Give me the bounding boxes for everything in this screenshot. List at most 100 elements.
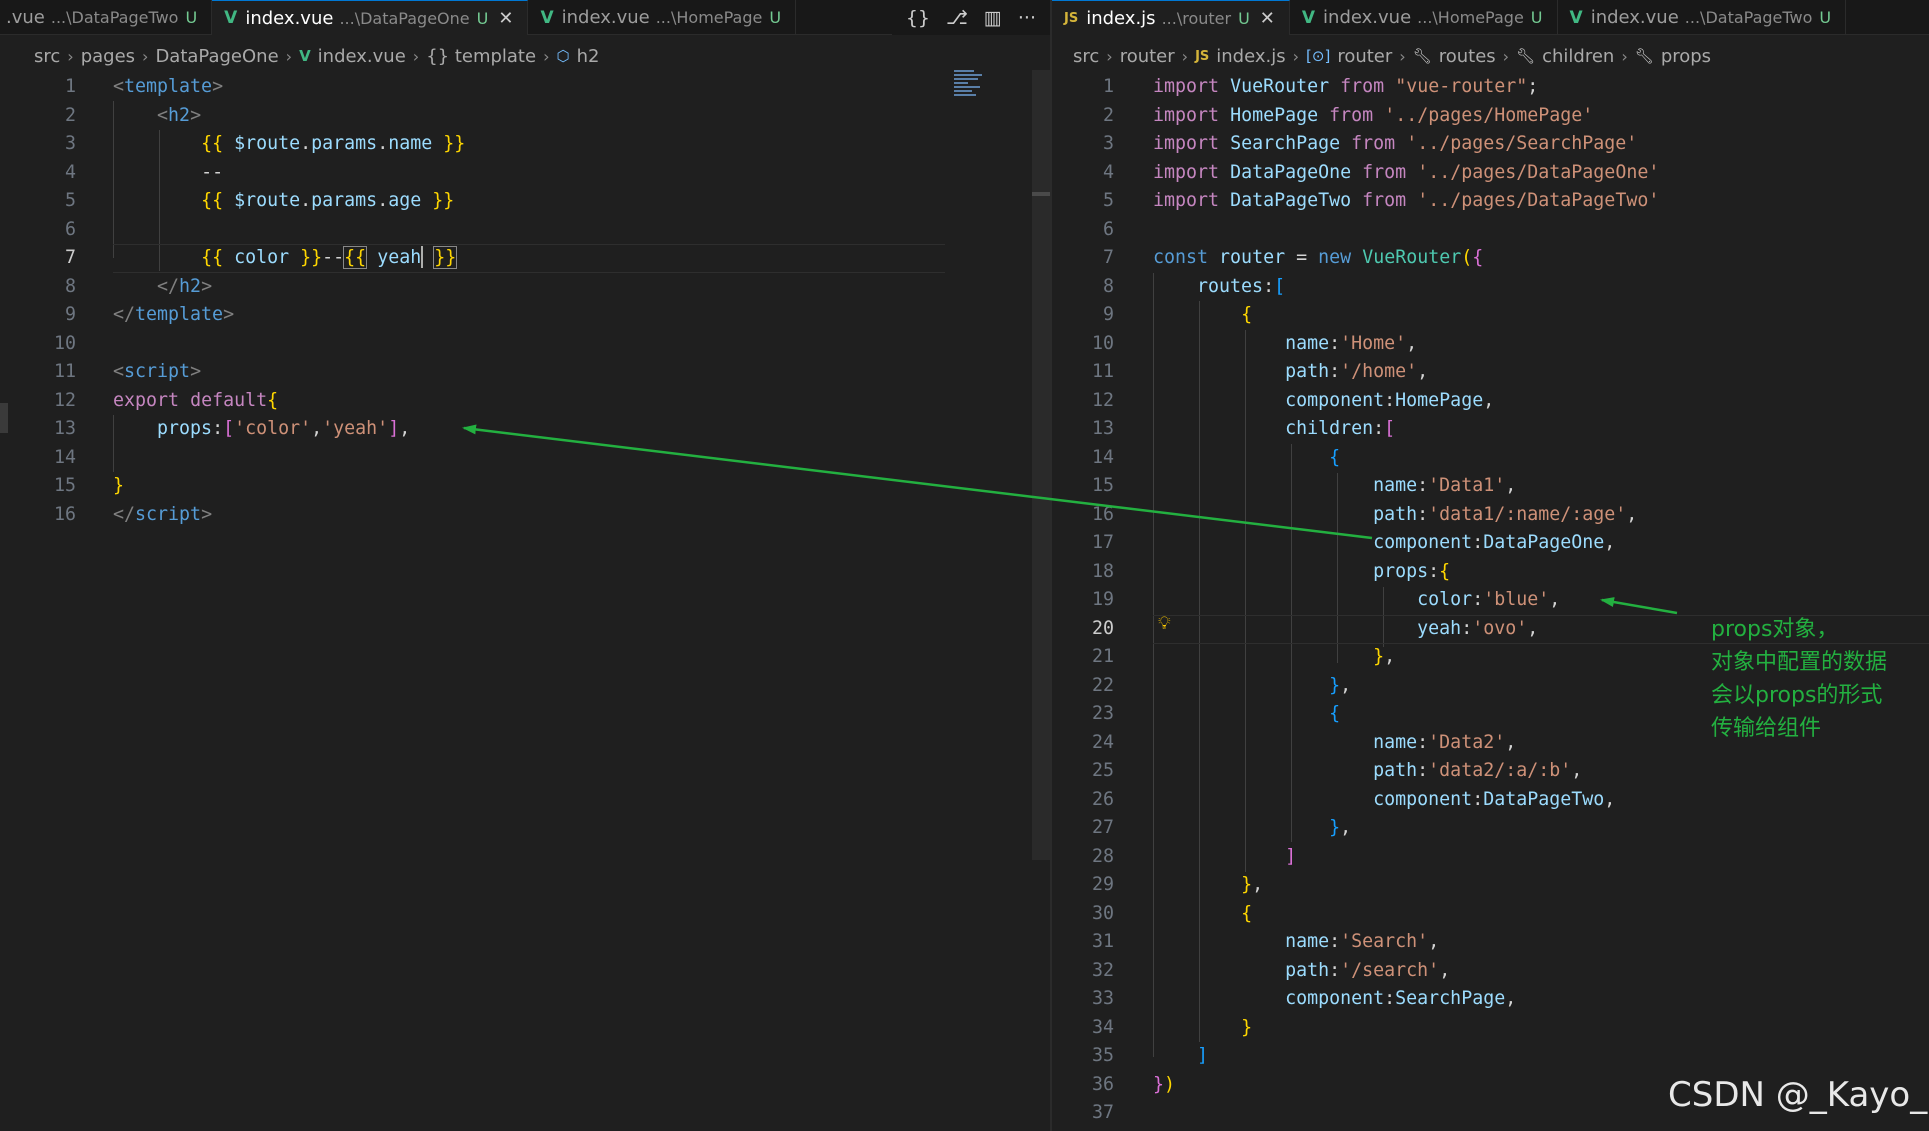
code-text: export default{ <box>113 389 279 411</box>
code-text: const router = new VueRouter({ <box>1153 247 1484 268</box>
code-text: import HomePage from '../pages/HomePage' <box>1153 104 1594 126</box>
code-line: 1 <template> <box>0 73 1050 102</box>
vue-logo-icon: V <box>540 7 554 28</box>
code-text: yeah:'ovo', <box>1417 617 1539 639</box>
line-number: 20 <box>1091 617 1114 639</box>
more-actions-icon[interactable]: ··· <box>1018 7 1036 29</box>
breadcrumb-item[interactable]: router <box>1337 46 1392 67</box>
line-number: 29 <box>1091 874 1114 895</box>
lightbulb-icon[interactable]: 💡︎ <box>1158 613 1171 634</box>
breadcrumb-item[interactable]: children <box>1542 46 1614 67</box>
breadcrumb-item[interactable]: index.js <box>1216 46 1285 67</box>
code-line: 15 name:'Data1', <box>1052 472 1929 501</box>
code-line: 19 color:'blue', <box>1052 586 1929 615</box>
annotation-line: 对象中配置的数据 <box>1711 650 1888 675</box>
close-icon[interactable]: ✕ <box>498 8 513 29</box>
code-line: 34 } <box>1052 1014 1929 1043</box>
tab-datapageone-index-vue[interactable]: V index.vue ...\DataPageOne U ✕ <box>212 0 529 35</box>
right-tab-bar: JS index.js ...\router U ✕ V index.vue .… <box>1052 0 1929 35</box>
vertical-scrollbar[interactable] <box>1032 70 1050 860</box>
code-line: 6 <box>0 216 1050 245</box>
tab-datapagetwo-vue[interactable]: .vue ...\DataPageTwo U <box>0 0 213 35</box>
tab-homepage-index-vue[interactable]: V index.vue ...\HomePage U <box>1290 0 1558 35</box>
code-text: </script> <box>113 503 213 525</box>
line-number: 34 <box>1091 1016 1114 1038</box>
breadcrumb-item[interactable]: DataPageOne <box>155 46 278 67</box>
line-number: 22 <box>1091 674 1114 696</box>
line-number: 12 <box>1091 389 1114 411</box>
right-code-area[interactable]: 1 import VueRouter from "vue-router"; 2 im… <box>1052 73 1929 1128</box>
code-line: 4 -- <box>0 159 1050 188</box>
line-number: 11 <box>53 361 76 382</box>
line-number: 37 <box>1091 1102 1114 1123</box>
code-text: component:SearchPage, <box>1285 988 1517 1009</box>
code-line: 18 props:{ <box>1052 558 1929 587</box>
breadcrumb-item[interactable]: router <box>1120 46 1175 67</box>
code-line: 12 export default{ <box>0 387 1050 416</box>
breadcrumb-item[interactable]: routes <box>1439 46 1496 67</box>
tab-path: ...\DataPageTwo <box>50 8 179 27</box>
tab-router-index-js[interactable]: JS index.js ...\router U ✕ <box>1052 0 1290 35</box>
code-text: name:'Home', <box>1285 332 1418 354</box>
tab-path: ...\DataPageTwo <box>1684 8 1813 27</box>
line-number: 15 <box>1091 475 1114 496</box>
code-text: import DataPageOne from '../pages/DataPa… <box>1153 161 1660 183</box>
line-number: 33 <box>1091 988 1114 1009</box>
format-braces-icon[interactable]: {} <box>906 7 930 29</box>
left-breadcrumb: src › pages › DataPageOne › V index.vue … <box>34 43 599 69</box>
code-text: path:'/search', <box>1285 959 1451 981</box>
breadcrumb-item[interactable]: {} template <box>426 46 536 67</box>
code-text: routes:[ <box>1197 275 1286 297</box>
tab-status: U <box>1238 8 1250 28</box>
code-text: import DataPageTwo from '../pages/DataPa… <box>1153 190 1660 211</box>
breadcrumb-item[interactable]: props <box>1661 46 1711 67</box>
code-text: ] <box>1285 845 1297 867</box>
code-line: 13 children:[ <box>1052 415 1929 444</box>
code-text: ] <box>1197 1045 1209 1066</box>
line-number: 1 <box>64 76 76 97</box>
close-icon[interactable]: ✕ <box>1260 8 1275 29</box>
source-control-icon[interactable]: ⎇ <box>946 7 968 29</box>
variable-icon: [⊙] <box>1306 47 1331 65</box>
scrollbar-thumb[interactable] <box>1032 192 1050 196</box>
annotation-text: props对象， 对象中配置的数据 会以props的形式 传输给组件 <box>1711 613 1887 745</box>
code-line: 16 </script> <box>0 501 1050 530</box>
breadcrumb-item[interactable]: h2 <box>577 46 600 67</box>
code-text: }, <box>1241 874 1264 895</box>
code-text: { <box>1329 703 1341 724</box>
left-code-area[interactable]: 1 <template> 2 <h2> 3 {{ $route.params.na… <box>0 73 1050 529</box>
split-editor-icon[interactable]: ▥ <box>984 7 1002 29</box>
breadcrumb-item[interactable]: src <box>34 46 60 67</box>
tab-label: index.vue <box>1323 7 1412 28</box>
code-line: 5 import DataPageTwo from '../pages/DataP… <box>1052 187 1929 216</box>
line-number: 30 <box>1091 902 1114 924</box>
chevron-right-icon: › <box>543 46 550 66</box>
code-text: children:[ <box>1285 418 1396 439</box>
breadcrumb-item[interactable]: index.vue <box>318 46 406 67</box>
code-line: 14 { <box>1052 444 1929 473</box>
vue-logo-icon: V <box>1569 7 1583 28</box>
code-line: 16 path:'data1/:name/:age', <box>1052 501 1929 530</box>
tab-status: U <box>1819 8 1832 27</box>
tab-label: .vue <box>6 7 45 28</box>
breadcrumb-item[interactable]: src <box>1073 46 1099 67</box>
code-text: import VueRouter from "vue-router"; <box>1153 76 1539 97</box>
line-number: 11 <box>1091 361 1114 382</box>
line-number: 4 <box>64 161 76 183</box>
line-number: 19 <box>1091 589 1114 610</box>
code-line: 13 props:['color','yeah'], <box>0 415 1050 444</box>
line-number: 9 <box>64 304 76 325</box>
line-number: 2 <box>64 104 76 126</box>
code-line: 1 import VueRouter from "vue-router"; <box>1052 73 1929 102</box>
code-text: import SearchPage from '../pages/SearchP… <box>1153 133 1638 154</box>
minimap[interactable] <box>954 70 986 104</box>
line-number: 5 <box>64 190 76 211</box>
tab-homepage-index-vue[interactable]: V index.vue ...\HomePage U <box>528 0 797 35</box>
breadcrumb-item[interactable]: pages <box>81 46 135 67</box>
watermark: CSDN @_Kayo_ <box>1668 1075 1928 1115</box>
code-line: 14 <box>0 444 1050 473</box>
line-number: 12 <box>53 389 76 411</box>
line-number: 14 <box>53 446 76 468</box>
tab-datapagetwo-index-vue[interactable]: V index.vue ...\DataPageTwo U <box>1558 0 1847 35</box>
code-line: 27 }, <box>1052 814 1929 843</box>
